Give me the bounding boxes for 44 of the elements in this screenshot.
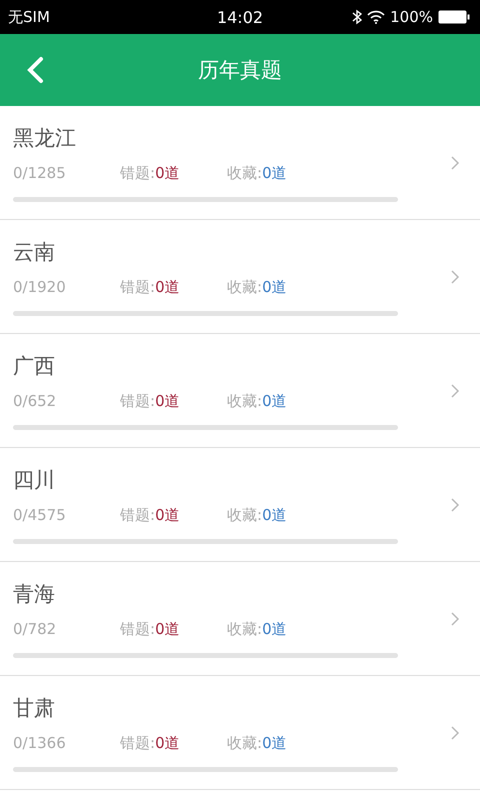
province-name: 甘肃 (13, 694, 56, 722)
province-name: 广西 (13, 352, 56, 380)
progress-count: 0/1366 (13, 734, 67, 752)
status-time: 14:02 (216, 8, 264, 26)
progress-count: 0/1920 (13, 278, 67, 296)
favorite-count: 收藏:0道 (227, 506, 288, 524)
wrong-count: 错题:0道 (120, 506, 181, 524)
favorite-count: 收藏:0道 (227, 734, 288, 752)
chevron-icon (450, 154, 460, 170)
chevron-icon (450, 496, 460, 512)
province-name: 黑龙江 (13, 124, 77, 152)
list-item[interactable]: 黑龙江 0/1285 错题:0道 收藏:0道 (0, 106, 480, 220)
list-item[interactable]: 甘肃 0/1366 错题:0道 收藏:0道 (0, 676, 480, 790)
favorite-count: 收藏:0道 (227, 164, 288, 182)
chevron-icon (450, 610, 460, 626)
province-name: 四川 (13, 466, 56, 494)
wrong-count: 错题:0道 (120, 278, 181, 296)
list-item[interactable]: 云南 0/1920 错题:0道 收藏:0道 (0, 220, 480, 334)
chevron-icon (450, 268, 460, 284)
bluetooth-icon (352, 9, 362, 25)
chevron-icon (450, 724, 460, 740)
favorite-count: 收藏:0道 (227, 392, 288, 410)
progress-count: 0/782 (13, 620, 58, 638)
battery-icon (438, 10, 470, 24)
province-name: 云南 (13, 238, 56, 266)
progress-count: 0/652 (13, 392, 58, 410)
back-icon[interactable] (26, 56, 44, 84)
wrong-count: 错题:0道 (120, 734, 181, 752)
wrong-count: 错题:0道 (120, 392, 181, 410)
chevron-icon (450, 382, 460, 398)
list-item[interactable]: 青海 0/782 错题:0道 收藏:0道 (0, 562, 480, 676)
favorite-count: 收藏:0道 (227, 278, 288, 296)
progress-count: 0/1285 (13, 164, 67, 182)
battery-text: 100% (390, 8, 433, 26)
list-item[interactable]: 四川 0/4575 错题:0道 收藏:0道 (0, 448, 480, 562)
list-item[interactable]: 广西 0/652 错题:0道 收藏:0道 (0, 334, 480, 448)
wrong-count: 错题:0道 (120, 164, 181, 182)
page-title: 历年真题 (198, 57, 282, 84)
province-name: 青海 (13, 580, 56, 608)
wrong-count: 错题:0道 (120, 620, 181, 638)
progress-count: 0/4575 (13, 506, 67, 524)
wifi-icon (367, 10, 386, 24)
carrier-text: 无SIM (8, 8, 50, 26)
favorite-count: 收藏:0道 (227, 620, 288, 638)
